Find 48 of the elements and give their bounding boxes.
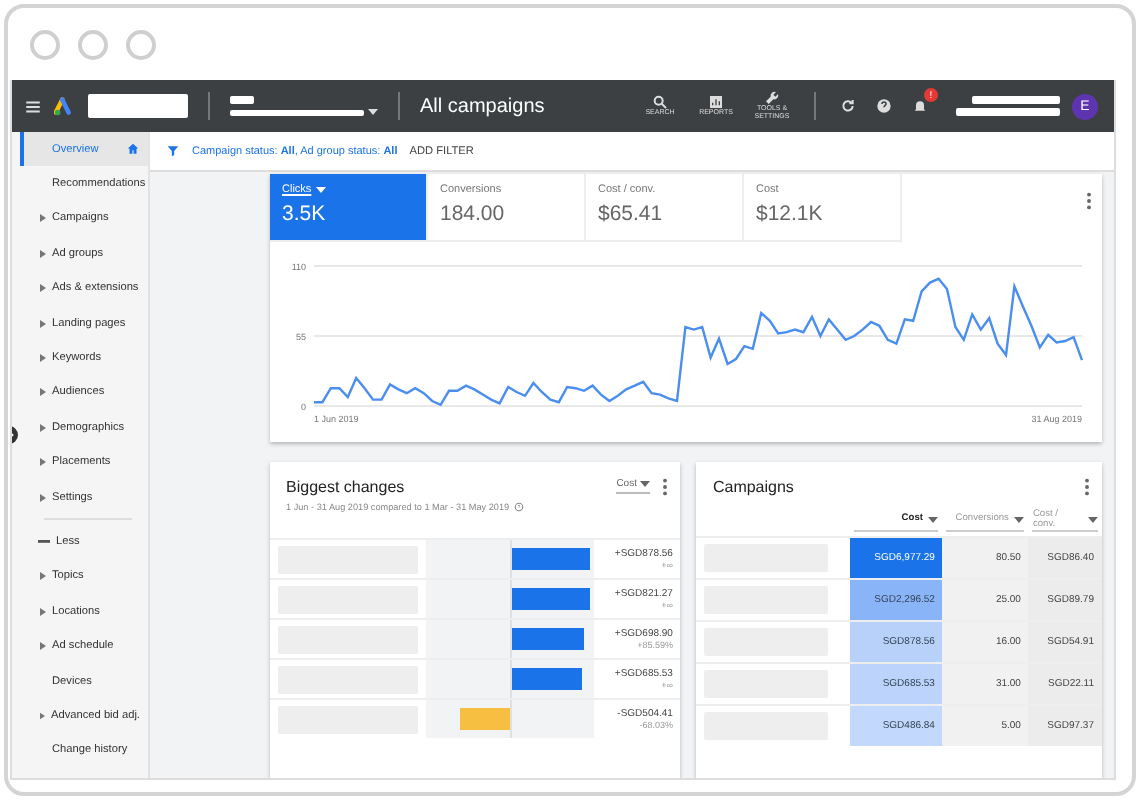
more-icon: [662, 478, 669, 496]
caret-icon: [368, 108, 378, 116]
expand-arrow-icon: [40, 458, 46, 467]
expand-arrow-icon: [40, 284, 46, 293]
redacted-block: [972, 96, 1060, 104]
report-icon: [708, 94, 724, 111]
bell-icon: [912, 98, 928, 114]
metric-value: 3.5K: [282, 202, 328, 226]
expand-arrow-icon: [40, 354, 46, 363]
redacted-block: [230, 109, 364, 115]
expand-arrow-icon: [40, 249, 46, 258]
metric-value: $12.1K: [756, 202, 825, 226]
metric-value: $65.41: [598, 202, 665, 226]
expand-arrow-icon: [40, 642, 46, 651]
logo-icon: [54, 95, 76, 117]
page-title: All campaigns: [420, 95, 545, 117]
caret-icon: [640, 480, 651, 488]
menu-icon: [24, 97, 42, 115]
redacted-block: [230, 96, 254, 104]
expand-arrow-icon: [40, 214, 46, 223]
expand-arrow-icon: [40, 388, 46, 397]
more-icon: [1086, 192, 1092, 210]
expand-arrow-icon: [40, 493, 46, 502]
caret-icon: [928, 515, 939, 523]
help-button[interactable]: [872, 94, 896, 118]
refresh-button[interactable]: [836, 94, 860, 118]
caret-icon: [315, 186, 326, 194]
help-icon: [513, 502, 524, 512]
expand-arrow-icon: [40, 607, 46, 616]
filter-icon: [166, 144, 180, 158]
metric-value: 184.00: [440, 202, 507, 226]
caret-icon: [1014, 515, 1025, 523]
more-icon: [1084, 478, 1090, 496]
expand-arrow-icon: [40, 319, 46, 328]
home-icon: [126, 142, 140, 157]
search-icon: [652, 94, 668, 111]
expand-arrow-icon: [40, 423, 46, 432]
card-title: Campaigns: [712, 478, 794, 496]
caret-icon: [1088, 515, 1098, 523]
redacted-block: [88, 94, 188, 118]
expand-arrow-icon: [40, 711, 46, 720]
redacted-block: [956, 108, 1060, 116]
card-title: Biggest changes: [286, 478, 407, 496]
refresh-icon: [840, 98, 856, 114]
expand-arrow-icon: [40, 572, 46, 581]
wrench-icon: [764, 90, 780, 107]
minus-icon: [38, 539, 50, 544]
help-icon: [876, 98, 892, 114]
